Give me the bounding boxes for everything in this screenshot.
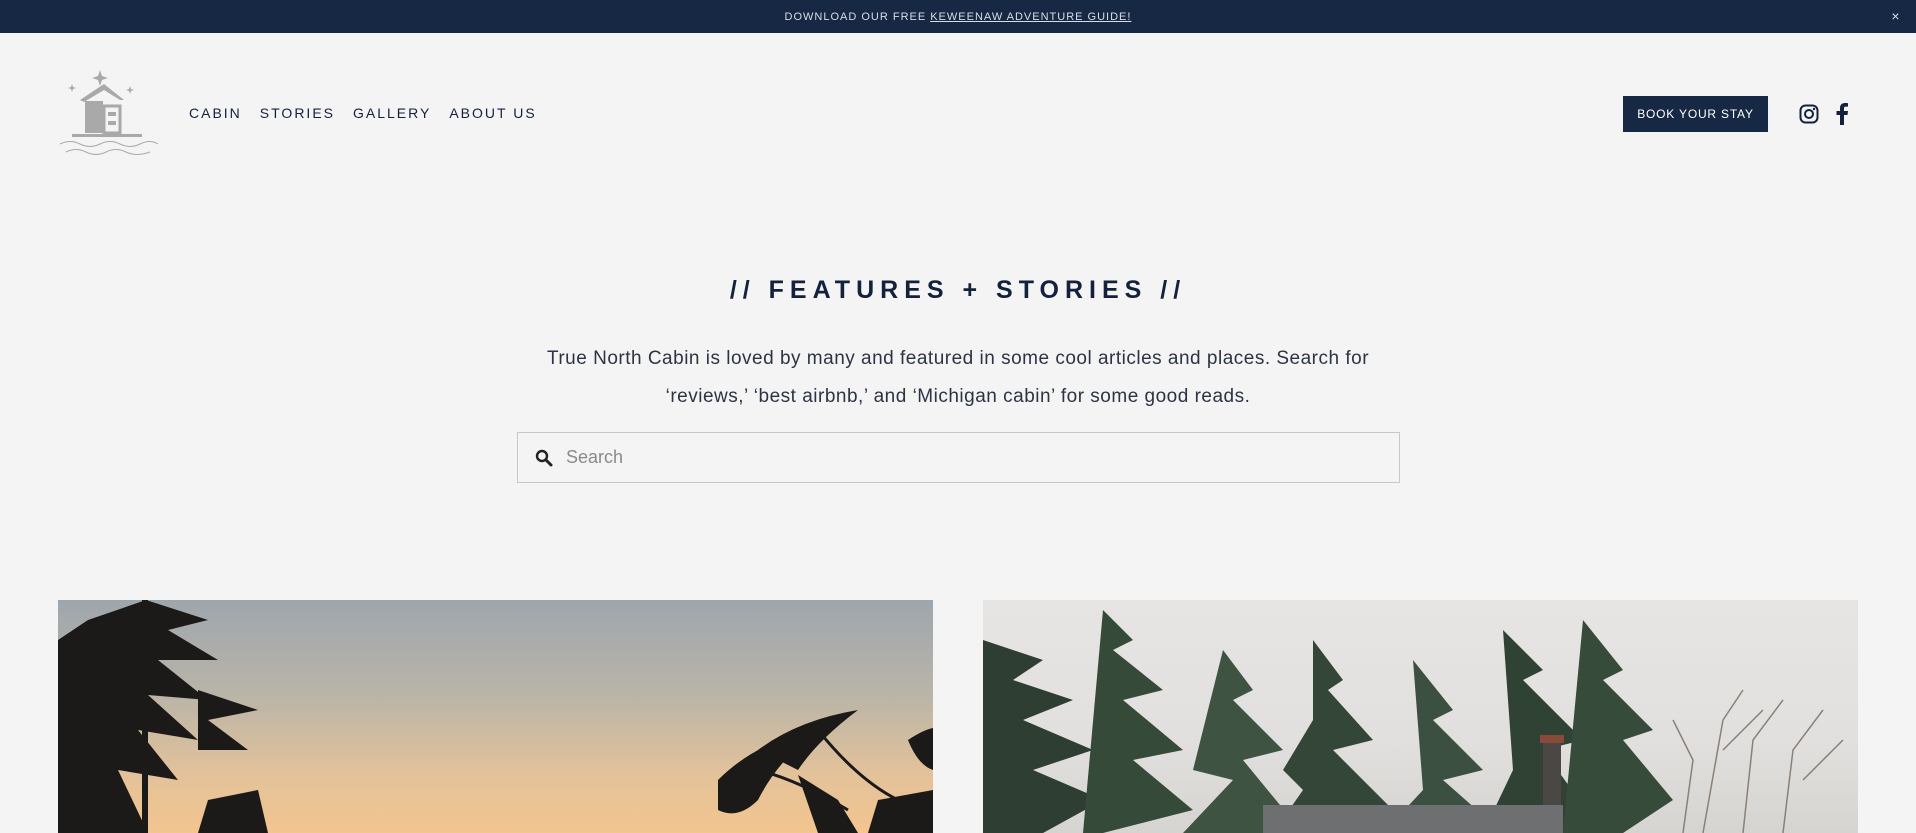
search-box [517, 432, 1400, 483]
search-input[interactable] [566, 447, 1366, 468]
facebook-icon[interactable] [1830, 102, 1854, 126]
story-card-sunset-image[interactable] [58, 600, 933, 833]
search-icon [534, 448, 554, 468]
guide-link[interactable]: KEWEENAW ADVENTURE GUIDE! [930, 11, 1131, 23]
pine-trees-cabin-image [983, 610, 1844, 833]
sunset-trees-image [58, 600, 933, 833]
nav-cabin[interactable]: CABIN [189, 105, 242, 121]
nav-about-us[interactable]: ABOUT US [449, 105, 536, 121]
announcement-bar: DOWNLOAD OUR FREE KEWEENAW ADVENTURE GUI… [0, 0, 1916, 33]
nav-gallery[interactable]: GALLERY [353, 105, 431, 121]
page-title: // FEATURES + STORIES // [729, 276, 1187, 304]
story-card-cabin-image[interactable] [983, 600, 1858, 833]
close-icon[interactable]: × [1888, 8, 1904, 24]
cabin-logo-icon[interactable] [58, 64, 160, 164]
nav-stories[interactable]: STORIES [260, 105, 335, 121]
instagram-icon[interactable] [1797, 102, 1821, 126]
book-your-stay-button[interactable]: BOOK YOUR STAY [1623, 96, 1768, 132]
main-nav: CABIN STORIES GALLERY ABOUT US [189, 105, 537, 121]
page-description: True North Cabin is loved by many and fe… [546, 348, 1370, 407]
announcement-text: DOWNLOAD OUR FREE [784, 10, 927, 23]
